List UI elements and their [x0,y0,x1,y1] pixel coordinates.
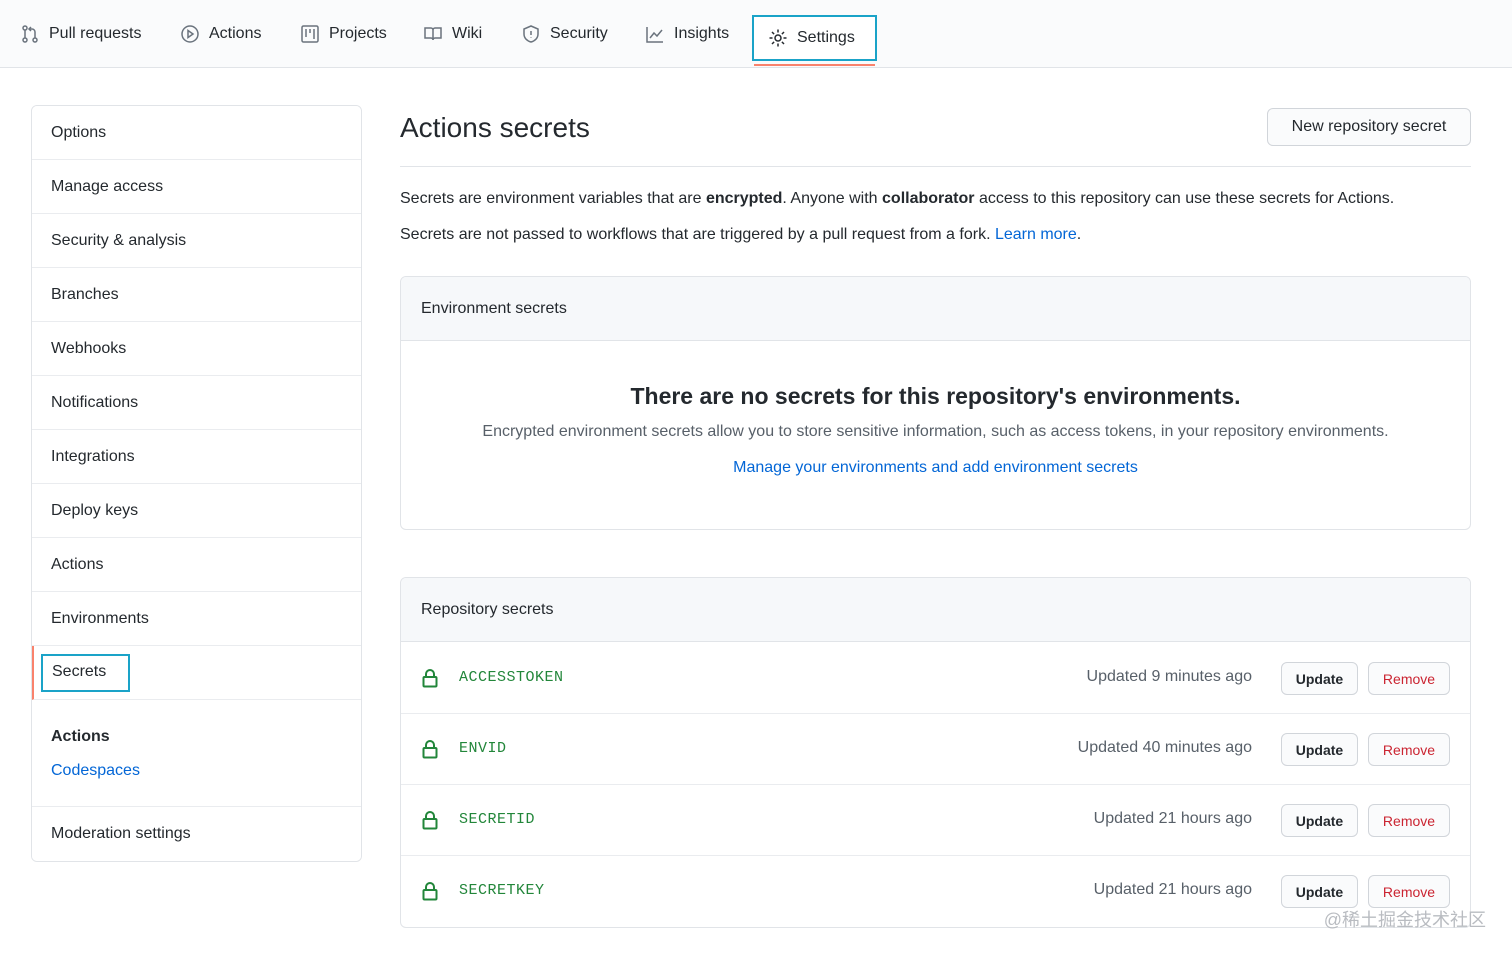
graph-icon [646,27,663,43]
sidebar-item-label: Manage access [51,177,164,195]
list-item: ACCESSTOKEN Updated 9 minutes ago Update… [401,643,1470,714]
environment-secrets-header: Environment secrets [401,277,1470,341]
desc-text: Secrets are environment variables that a… [400,190,706,207]
desc-bold: encrypted [705,190,783,207]
tab-label: Actions [209,25,262,42]
desc-text: access to this repository can use these … [974,190,1395,207]
sidebar-item-label: Environments [51,609,149,627]
description-fork: Secrets are not passed to workflows that… [400,226,1081,244]
tab-label: Projects [329,25,387,42]
remove-button[interactable]: Remove [1368,875,1450,908]
update-button[interactable]: Update [1281,662,1358,695]
sidebar-link-codespaces[interactable]: Codespaces [51,762,140,780]
update-button[interactable]: Update [1281,875,1358,908]
sidebar-item-label: Notifications [51,393,139,411]
sidebar-item-label: Integrations [51,447,135,465]
secret-updated: Updated 9 minutes ago [1086,668,1252,685]
desc-text: Secrets are not passed to workflows that… [400,226,995,243]
secret-name: SECRETKEY [459,882,545,899]
secret-name: ACCESSTOKEN [459,669,564,686]
environment-secrets-box: Environment secrets There are no secrets… [400,276,1471,530]
settings-sidebar: Options Manage access Security & analysi… [31,105,362,862]
tab-settings[interactable]: Settings [752,15,877,66]
sidebar-item-security-analysis[interactable]: Security & analysis [32,214,361,268]
sidebar-item-environments[interactable]: Environments [32,592,361,646]
sidebar-item-label: Moderation settings [51,825,191,842]
lock-icon [422,882,438,901]
tab-label: Wiki [452,25,483,42]
shield-icon [523,25,539,43]
tab-label: Settings [797,29,855,46]
secret-name: SECRETID [459,811,536,828]
list-item: SECRETKEY Updated 21 hours ago Update Re… [401,856,1470,927]
pull-request-icon [22,25,38,43]
desc-bold: collaborator [882,190,975,207]
sidebar-item-deploy-keys[interactable]: Deploy keys [32,484,361,538]
sidebar-item-notifications[interactable]: Notifications [32,376,361,430]
tab-projects[interactable]: Projects [300,0,387,68]
remove-button[interactable]: Remove [1368,804,1450,837]
sidebar-item-actions[interactable]: Actions [32,538,361,592]
sidebar-item-options[interactable]: Options [32,106,361,160]
lock-icon [422,669,438,688]
tab-insights[interactable]: Insights [645,0,729,68]
secret-updated: Updated 21 hours ago [1093,810,1252,827]
repo-nav: Pull requests Actions Projects Wiki Secu… [0,0,1512,68]
title-divider [400,166,1471,167]
update-button[interactable]: Update [1281,733,1358,766]
sidebar-item-integrations[interactable]: Integrations [32,430,361,484]
sidebar-item-label: Security & analysis [51,231,187,249]
secret-updated: Updated 40 minutes ago [1077,739,1252,756]
sidebar-item-branches[interactable]: Branches [32,268,361,322]
manage-environments-link[interactable]: Manage your environments and add environ… [401,459,1470,477]
tab-wiki[interactable]: Wiki [423,0,482,68]
gear-icon [769,29,787,47]
description-encrypted: Secrets are environment variables that a… [400,190,1394,208]
page-title: Actions secrets [400,112,590,143]
new-repository-secret-button[interactable]: New repository secret [1267,108,1471,146]
sidebar-item-label: Branches [51,285,119,303]
sidebar-item-label: Options [51,123,107,141]
blankslate-text: Encrypted environment secrets allow you … [482,423,1389,440]
sidebar-item-webhooks[interactable]: Webhooks [32,322,361,376]
list-item: ENVID Updated 40 minutes ago Update Remo… [401,714,1470,785]
sidebar-item-label: Webhooks [51,339,127,357]
remove-button[interactable]: Remove [1368,733,1450,766]
secret-name: ENVID [459,740,507,757]
learn-more-link[interactable]: Learn more [995,226,1077,243]
repository-secrets-box: Repository secrets ACCESSTOKEN Updated 9… [400,577,1471,928]
play-icon [181,25,199,43]
sidebar-item-secrets[interactable]: Secrets [32,646,361,700]
secrets-list: ACCESSTOKEN Updated 9 minutes ago Update… [401,643,1470,927]
tab-label: Security [550,25,608,42]
desc-text: . Anyone with [782,190,883,207]
lock-icon [422,811,438,830]
blankslate-title: There are no secrets for this repository… [630,383,1241,409]
sidebar-group-title: Actions [51,728,110,745]
sidebar-item-label: Secrets [41,653,131,692]
tab-label: Insights [674,25,730,42]
repository-secrets-header: Repository secrets [401,578,1470,642]
watermark: @稀土掘金技术社区 [1323,910,1486,930]
sidebar-item-moderation-settings[interactable]: Moderation settings [32,807,361,861]
book-icon [424,27,442,41]
sidebar-item-manage-access[interactable]: Manage access [32,160,361,214]
update-button[interactable]: Update [1281,804,1358,837]
tab-label: Pull requests [49,25,142,42]
tab-pull-requests[interactable]: Pull requests [20,0,142,68]
sidebar-item-label: Actions [51,555,104,573]
desc-text: . [1076,226,1082,243]
tab-security[interactable]: Security [521,0,608,68]
project-icon [301,25,319,43]
sidebar-item-label: Deploy keys [51,501,139,519]
list-item: SECRETID Updated 21 hours ago Update Rem… [401,785,1470,856]
lock-icon [422,740,438,759]
tab-actions[interactable]: Actions [180,0,261,68]
remove-button[interactable]: Remove [1368,662,1450,695]
secret-updated: Updated 21 hours ago [1093,881,1252,898]
